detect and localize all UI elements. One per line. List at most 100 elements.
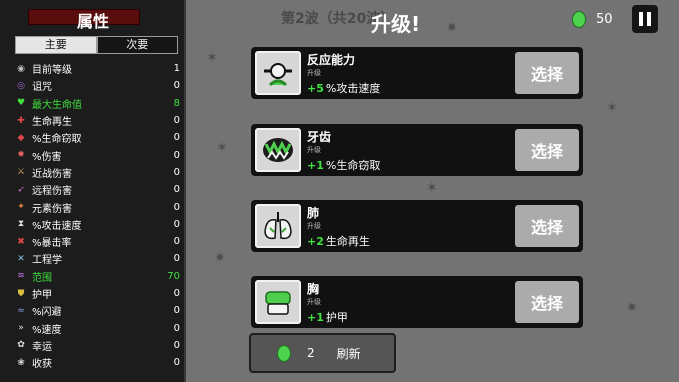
stat-row[interactable]: ≈ %闪避 0 [14, 302, 180, 319]
stat-row[interactable]: ◆ %生命窃取 0 [14, 129, 180, 146]
armor-icon: ⛊ [17, 288, 25, 299]
stat-label: %生命窃取 [32, 134, 82, 146]
range-icon: ≋ [17, 271, 25, 282]
engineering-icon: ✕ [17, 253, 25, 264]
stats-tabs: 主要 次要 [15, 36, 178, 54]
stat-row[interactable]: ✚ 生命再生 0 [14, 112, 180, 129]
upgrade-amount: +1 [307, 159, 324, 172]
stat-value: 0 [173, 184, 180, 196]
upgrade-type: 升级 [307, 222, 321, 230]
stat-label: 工程学 [32, 255, 62, 267]
stat-row[interactable]: ⚔ 近战伤害 0 [14, 164, 180, 181]
stat-row[interactable]: ◉ 目前等级 1 [14, 60, 180, 77]
upgrade-amount: +5 [307, 82, 324, 95]
heart-icon: ♥ [16, 98, 26, 109]
stat-value: 0 [173, 322, 180, 334]
page-title: 升级! [371, 12, 421, 36]
stat-label: %攻击速度 [32, 220, 82, 232]
stat-value: 0 [173, 166, 180, 178]
stat-value: 0 [173, 339, 180, 351]
stat-row[interactable]: ⛊ 护甲 0 [14, 285, 180, 302]
stat-label: 生命再生 [32, 117, 72, 129]
level-icon: ◉ [17, 63, 25, 74]
stat-label: %闪避 [32, 307, 62, 319]
material-icon [572, 11, 586, 28]
stat-value: 0 [173, 357, 180, 369]
tab-primary[interactable]: 主要 [15, 36, 97, 54]
stat-row[interactable]: ⧗ %攻击速度 0 [14, 216, 180, 233]
regen-icon: ✚ [17, 115, 25, 126]
stat-value: 0 [173, 253, 180, 265]
luck-icon: ✿ [17, 340, 25, 351]
stat-value: 8 [173, 97, 180, 109]
upgrade-card-reflex: 反应能力 升级 +5 %攻击速度 选择 [251, 47, 583, 99]
stat-row[interactable]: ❀ 收获 0 [14, 354, 180, 371]
steal-icon: ◆ [17, 132, 25, 143]
ground-decal: ✶ [426, 180, 438, 196]
choose-button[interactable]: 选择 [515, 129, 579, 171]
stat-row[interactable]: ✿ 幸运 0 [14, 337, 180, 354]
reroll-button[interactable]: 2 刷新 [249, 333, 396, 373]
ground-decal: ✷ [446, 20, 458, 36]
upgrade-type: 升级 [307, 69, 321, 77]
stats-title: 属性 [76, 12, 109, 31]
stat-value: 0 [173, 218, 180, 230]
stat-list: ◉ 目前等级 1 ◎ 诅咒 0 ♥ 最大生命值 8 ✚ 生命再生 0 ◆ %生命窃取 0 ✹ %伤害 0 ⚔ 近战伤害… [14, 60, 180, 371]
stat-label: 最大生命值 [32, 99, 82, 111]
choose-button[interactable]: 选择 [515, 52, 579, 94]
upgrade-effect: +5 %攻击速度 [307, 80, 380, 96]
harvest-icon: ❀ [17, 357, 25, 368]
upgrade-effect: +1 %生命窃取 [307, 157, 380, 173]
stat-row[interactable]: ✕ 工程学 0 [14, 250, 180, 267]
ground-decal: ✷ [626, 300, 638, 316]
stat-value: 0 [173, 132, 180, 144]
stat-row[interactable]: » %速度 0 [14, 319, 180, 336]
stat-label: %暴击率 [32, 238, 72, 250]
stat-value: 0 [173, 236, 180, 248]
upgrade-type: 升级 [307, 146, 321, 154]
stat-row[interactable]: ➶ 远程伤害 0 [14, 181, 180, 198]
tab-secondary[interactable]: 次要 [96, 36, 178, 54]
choose-button[interactable]: 选择 [515, 281, 579, 323]
ground-decal: ✶ [206, 50, 218, 66]
upgrade-amount: +2 [307, 235, 324, 248]
stat-row[interactable]: ✖ %暴击率 0 [14, 233, 180, 250]
stat-value: 0 [173, 288, 180, 299]
stat-label: 幸运 [32, 341, 52, 353]
stats-panel: 属性 主要 次要 ◉ 目前等级 1 ◎ 诅咒 0 ♥ 最大生命值 8 ✚ 生命再生 0 ◆ %生命窃取 0 ✹… [0, 0, 186, 382]
reflex-icon [255, 51, 301, 95]
ground-decal: ✶ [606, 100, 618, 116]
pause-icon [639, 12, 643, 26]
lungs-icon [255, 204, 301, 248]
ground-decal: ✷ [214, 250, 226, 266]
stat-row[interactable]: ♥ 最大生命值 8 [14, 95, 180, 112]
stat-value: 1 [173, 63, 180, 75]
pause-icon [647, 12, 651, 26]
stat-row[interactable]: ◎ 诅咒 0 [14, 77, 180, 94]
upgrade-name: 牙齿 [307, 130, 332, 144]
stat-label: %伤害 [32, 151, 62, 163]
upgrade-stat: 生命再生 [325, 235, 370, 248]
stat-label: 近战伤害 [32, 168, 72, 180]
materials-count: 50 [596, 12, 613, 27]
upgrade-type: 升级 [307, 298, 321, 306]
stat-value: 70 [167, 270, 180, 282]
chest-icon [255, 280, 301, 324]
stat-value: 0 [173, 115, 180, 127]
reroll-label: 刷新 [336, 346, 361, 361]
stat-value: 0 [173, 305, 180, 317]
stat-row[interactable]: ✦ 元素伤害 0 [14, 198, 180, 215]
stat-label: 范围 [32, 272, 52, 284]
upgrade-stat: %生命窃取 [325, 159, 381, 172]
upgrade-effect: +1 护甲 [307, 309, 348, 325]
speed-icon: » [18, 323, 24, 334]
pause-button[interactable] [632, 5, 658, 33]
stat-label: 护甲 [32, 290, 52, 301]
upgrade-stat: %攻击速度 [325, 82, 381, 95]
ground-decal: ✶ [216, 140, 228, 156]
stat-row[interactable]: ≋ 范围 70 [14, 268, 180, 285]
choose-button[interactable]: 选择 [515, 205, 579, 247]
upgrade-card-lungs: 肺 升级 +2 生命再生 选择 [251, 200, 583, 252]
stat-row[interactable]: ✹ %伤害 0 [14, 146, 180, 163]
dodge-icon: ≈ [17, 305, 25, 316]
